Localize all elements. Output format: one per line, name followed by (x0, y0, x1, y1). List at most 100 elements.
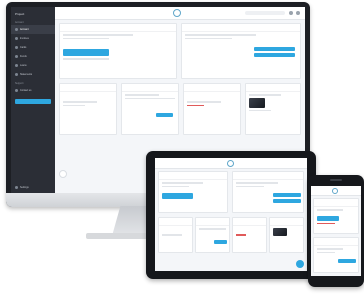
card-title (184, 84, 240, 92)
loans-icon (15, 64, 18, 67)
sidebar-footer[interactable]: Settings (15, 186, 29, 189)
add-button[interactable] (59, 170, 67, 178)
sidebar-section-label: Support (15, 82, 24, 85)
card-title (60, 24, 176, 32)
account-card (158, 217, 193, 253)
device-mockup-scene: Project Account Account Invoices Cards F… (0, 0, 364, 296)
funds-icon (15, 55, 18, 58)
text-line (63, 101, 97, 103)
phone-speaker (330, 179, 342, 181)
summary-card (232, 171, 304, 213)
summary-card (181, 23, 301, 79)
savings-card (232, 217, 267, 253)
credit-card-card (269, 217, 304, 253)
transfer-card (195, 217, 230, 253)
transfer-button[interactable] (156, 113, 173, 117)
secondary-button[interactable] (254, 53, 296, 57)
card-title (314, 199, 358, 207)
sidebar-item-label: Loans (20, 64, 27, 67)
text-line (236, 182, 278, 184)
sidebar-item-statements[interactable]: Statements (11, 70, 55, 79)
text-line (317, 251, 335, 253)
card-title (60, 84, 116, 92)
balance-highlight (162, 193, 193, 199)
logo-icon (227, 159, 234, 167)
overview-card (313, 198, 359, 234)
negative-amount (187, 104, 204, 106)
card-title (314, 238, 358, 246)
card-title (270, 218, 303, 226)
sidebar-item-invoices[interactable]: Invoices (11, 34, 55, 43)
sidebar-section-label: Account (15, 21, 24, 24)
card-title (233, 218, 266, 226)
text-line (236, 185, 264, 187)
account-card (313, 237, 359, 273)
card-title (122, 84, 178, 92)
app-sidebar: Project Account Account Invoices Cards F… (11, 7, 55, 193)
text-line (162, 185, 190, 187)
balance-highlight (63, 49, 110, 56)
logo-icon (332, 187, 338, 194)
card-title (196, 218, 229, 226)
sidebar-cta-button[interactable] (15, 99, 51, 104)
card-title (182, 24, 300, 32)
text-line (162, 234, 182, 236)
chat-icon (15, 89, 18, 92)
overview-card (158, 171, 228, 213)
sidebar-item-loans[interactable]: Loans (11, 61, 55, 70)
text-line (187, 101, 221, 103)
primary-button[interactable] (273, 193, 301, 197)
sidebar-item-label: Cards (20, 46, 27, 49)
account-card (59, 83, 117, 135)
settings-icon (15, 186, 18, 189)
tablet-screen (155, 158, 307, 271)
sidebar-footer-label: Settings (20, 186, 29, 189)
credit-card-card (245, 83, 301, 135)
tablet-device (146, 151, 316, 279)
balance-highlight (317, 215, 339, 221)
sidebar-item-label: Invoices (20, 37, 29, 40)
logo-icon (173, 9, 181, 17)
tablet-top-bar (155, 158, 307, 169)
statements-icon (15, 73, 18, 76)
text-line (125, 94, 159, 96)
sidebar-item-label: Account (20, 28, 29, 31)
savings-card (183, 83, 241, 135)
add-button[interactable] (296, 260, 304, 268)
text-line (185, 34, 256, 36)
primary-button[interactable] (338, 259, 356, 263)
notification-icon[interactable] (289, 11, 293, 15)
sidebar-item-contact[interactable]: Contact us (11, 86, 55, 95)
card-title (159, 172, 227, 180)
text-line (185, 37, 233, 39)
transfer-card (121, 83, 179, 135)
sidebar-item-label: Funds (20, 55, 27, 58)
search-input[interactable] (245, 11, 285, 15)
card-amount (159, 226, 192, 232)
phone-top-bar (311, 186, 361, 196)
sidebar-brand: Project (15, 12, 25, 16)
invoice-icon (15, 37, 18, 40)
card-title (233, 172, 303, 180)
primary-button[interactable] (254, 47, 296, 51)
user-avatar[interactable] (296, 11, 300, 15)
transfer-button[interactable] (214, 239, 228, 244)
card-amount (60, 92, 116, 99)
text-line (249, 109, 271, 111)
sidebar-item-funds[interactable]: Funds (11, 52, 55, 61)
card-amount (233, 226, 266, 232)
text-line (63, 34, 133, 36)
text-line (125, 97, 175, 99)
sidebar-item-label: Statements (20, 73, 33, 76)
card-title (159, 218, 192, 226)
card-icon (15, 46, 18, 49)
credit-card-image (249, 97, 265, 108)
text-line (317, 248, 344, 250)
secondary-button[interactable] (273, 199, 301, 203)
sidebar-item-account[interactable]: Account (11, 25, 55, 34)
top-bar (55, 7, 305, 20)
sidebar-item-label: Contact us (20, 89, 32, 92)
sidebar-item-cards[interactable]: Cards (11, 43, 55, 52)
text-line (63, 37, 110, 39)
card-amount (184, 92, 240, 99)
